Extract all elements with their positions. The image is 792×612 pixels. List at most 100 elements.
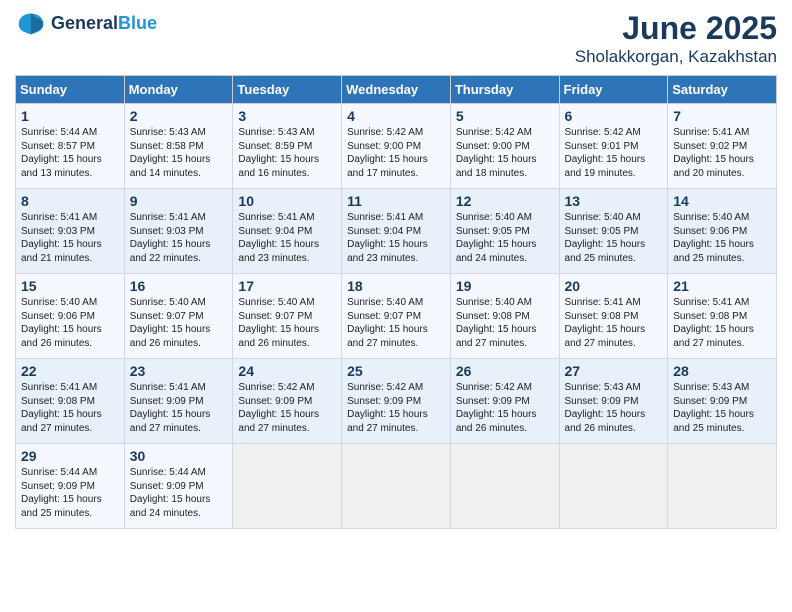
calendar-cell	[233, 444, 342, 529]
calendar-header: Sunday Monday Tuesday Wednesday Thursday…	[16, 76, 777, 104]
calendar-cell: 30 Sunrise: 5:44 AM Sunset: 9:09 PM Dayl…	[124, 444, 233, 529]
calendar-cell: 6 Sunrise: 5:42 AM Sunset: 9:01 PM Dayli…	[559, 104, 668, 189]
day-number: 15	[21, 278, 119, 294]
calendar-body: 1 Sunrise: 5:44 AM Sunset: 8:57 PM Dayli…	[16, 104, 777, 529]
calendar-cell: 18 Sunrise: 5:40 AM Sunset: 9:07 PM Dayl…	[342, 274, 451, 359]
calendar-cell: 2 Sunrise: 5:43 AM Sunset: 8:58 PM Dayli…	[124, 104, 233, 189]
day-number: 9	[130, 193, 228, 209]
calendar-cell: 4 Sunrise: 5:42 AM Sunset: 9:00 PM Dayli…	[342, 104, 451, 189]
day-number: 7	[673, 108, 771, 124]
day-number: 21	[673, 278, 771, 294]
calendar-cell: 10 Sunrise: 5:41 AM Sunset: 9:04 PM Dayl…	[233, 189, 342, 274]
day-info: Sunrise: 5:40 AM Sunset: 9:07 PM Dayligh…	[238, 296, 336, 350]
day-number: 6	[565, 108, 663, 124]
calendar-cell	[342, 444, 451, 529]
calendar-cell: 22 Sunrise: 5:41 AM Sunset: 9:08 PM Dayl…	[16, 359, 125, 444]
day-info: Sunrise: 5:40 AM Sunset: 9:07 PM Dayligh…	[347, 296, 445, 350]
page-header: GeneralBlue June 2025 Sholakkorgan, Kaza…	[15, 10, 777, 67]
day-info: Sunrise: 5:40 AM Sunset: 9:05 PM Dayligh…	[565, 211, 663, 265]
day-number: 4	[347, 108, 445, 124]
calendar-cell: 3 Sunrise: 5:43 AM Sunset: 8:59 PM Dayli…	[233, 104, 342, 189]
col-saturday: Saturday	[668, 76, 777, 104]
calendar-cell: 7 Sunrise: 5:41 AM Sunset: 9:02 PM Dayli…	[668, 104, 777, 189]
day-info: Sunrise: 5:41 AM Sunset: 9:02 PM Dayligh…	[673, 126, 771, 180]
calendar-row: 22 Sunrise: 5:41 AM Sunset: 9:08 PM Dayl…	[16, 359, 777, 444]
day-info: Sunrise: 5:40 AM Sunset: 9:07 PM Dayligh…	[130, 296, 228, 350]
col-tuesday: Tuesday	[233, 76, 342, 104]
day-number: 2	[130, 108, 228, 124]
day-number: 19	[456, 278, 554, 294]
calendar-cell: 29 Sunrise: 5:44 AM Sunset: 9:09 PM Dayl…	[16, 444, 125, 529]
day-number: 28	[673, 363, 771, 379]
day-info: Sunrise: 5:44 AM Sunset: 9:09 PM Dayligh…	[130, 466, 228, 520]
logo-icon	[15, 10, 47, 38]
calendar-cell: 21 Sunrise: 5:41 AM Sunset: 9:08 PM Dayl…	[668, 274, 777, 359]
day-number: 16	[130, 278, 228, 294]
col-monday: Monday	[124, 76, 233, 104]
day-info: Sunrise: 5:40 AM Sunset: 9:05 PM Dayligh…	[456, 211, 554, 265]
calendar-cell: 13 Sunrise: 5:40 AM Sunset: 9:05 PM Dayl…	[559, 189, 668, 274]
day-number: 25	[347, 363, 445, 379]
day-info: Sunrise: 5:43 AM Sunset: 9:09 PM Dayligh…	[673, 381, 771, 435]
calendar-cell: 15 Sunrise: 5:40 AM Sunset: 9:06 PM Dayl…	[16, 274, 125, 359]
calendar-cell: 20 Sunrise: 5:41 AM Sunset: 9:08 PM Dayl…	[559, 274, 668, 359]
day-info: Sunrise: 5:40 AM Sunset: 9:08 PM Dayligh…	[456, 296, 554, 350]
day-number: 13	[565, 193, 663, 209]
day-info: Sunrise: 5:44 AM Sunset: 8:57 PM Dayligh…	[21, 126, 119, 180]
day-info: Sunrise: 5:44 AM Sunset: 9:09 PM Dayligh…	[21, 466, 119, 520]
day-info: Sunrise: 5:41 AM Sunset: 9:08 PM Dayligh…	[565, 296, 663, 350]
calendar-cell	[450, 444, 559, 529]
day-info: Sunrise: 5:42 AM Sunset: 9:00 PM Dayligh…	[347, 126, 445, 180]
calendar-row: 1 Sunrise: 5:44 AM Sunset: 8:57 PM Dayli…	[16, 104, 777, 189]
weekday-row: Sunday Monday Tuesday Wednesday Thursday…	[16, 76, 777, 104]
day-info: Sunrise: 5:41 AM Sunset: 9:03 PM Dayligh…	[21, 211, 119, 265]
day-number: 18	[347, 278, 445, 294]
day-number: 1	[21, 108, 119, 124]
day-info: Sunrise: 5:41 AM Sunset: 9:04 PM Dayligh…	[347, 211, 445, 265]
calendar-cell: 12 Sunrise: 5:40 AM Sunset: 9:05 PM Dayl…	[450, 189, 559, 274]
day-number: 24	[238, 363, 336, 379]
calendar-cell: 8 Sunrise: 5:41 AM Sunset: 9:03 PM Dayli…	[16, 189, 125, 274]
calendar-cell: 17 Sunrise: 5:40 AM Sunset: 9:07 PM Dayl…	[233, 274, 342, 359]
day-number: 23	[130, 363, 228, 379]
day-number: 29	[21, 448, 119, 464]
day-number: 3	[238, 108, 336, 124]
calendar-cell: 16 Sunrise: 5:40 AM Sunset: 9:07 PM Dayl…	[124, 274, 233, 359]
day-info: Sunrise: 5:43 AM Sunset: 8:58 PM Dayligh…	[130, 126, 228, 180]
calendar-cell: 9 Sunrise: 5:41 AM Sunset: 9:03 PM Dayli…	[124, 189, 233, 274]
day-info: Sunrise: 5:41 AM Sunset: 9:03 PM Dayligh…	[130, 211, 228, 265]
day-number: 5	[456, 108, 554, 124]
calendar-cell	[668, 444, 777, 529]
day-info: Sunrise: 5:43 AM Sunset: 8:59 PM Dayligh…	[238, 126, 336, 180]
day-number: 20	[565, 278, 663, 294]
calendar-cell: 27 Sunrise: 5:43 AM Sunset: 9:09 PM Dayl…	[559, 359, 668, 444]
logo-text: GeneralBlue	[51, 14, 157, 34]
col-thursday: Thursday	[450, 76, 559, 104]
day-number: 14	[673, 193, 771, 209]
calendar-cell: 14 Sunrise: 5:40 AM Sunset: 9:06 PM Dayl…	[668, 189, 777, 274]
day-number: 8	[21, 193, 119, 209]
day-info: Sunrise: 5:40 AM Sunset: 9:06 PM Dayligh…	[673, 211, 771, 265]
calendar-cell: 1 Sunrise: 5:44 AM Sunset: 8:57 PM Dayli…	[16, 104, 125, 189]
calendar-cell: 5 Sunrise: 5:42 AM Sunset: 9:00 PM Dayli…	[450, 104, 559, 189]
calendar-cell: 19 Sunrise: 5:40 AM Sunset: 9:08 PM Dayl…	[450, 274, 559, 359]
day-number: 17	[238, 278, 336, 294]
calendar-row: 8 Sunrise: 5:41 AM Sunset: 9:03 PM Dayli…	[16, 189, 777, 274]
day-number: 12	[456, 193, 554, 209]
calendar-cell	[559, 444, 668, 529]
calendar-cell: 11 Sunrise: 5:41 AM Sunset: 9:04 PM Dayl…	[342, 189, 451, 274]
calendar-cell: 28 Sunrise: 5:43 AM Sunset: 9:09 PM Dayl…	[668, 359, 777, 444]
calendar-cell: 24 Sunrise: 5:42 AM Sunset: 9:09 PM Dayl…	[233, 359, 342, 444]
day-number: 27	[565, 363, 663, 379]
calendar-cell: 23 Sunrise: 5:41 AM Sunset: 9:09 PM Dayl…	[124, 359, 233, 444]
day-info: Sunrise: 5:42 AM Sunset: 9:09 PM Dayligh…	[238, 381, 336, 435]
logo: GeneralBlue	[15, 10, 157, 38]
calendar-cell: 25 Sunrise: 5:42 AM Sunset: 9:09 PM Dayl…	[342, 359, 451, 444]
calendar-cell: 26 Sunrise: 5:42 AM Sunset: 9:09 PM Dayl…	[450, 359, 559, 444]
day-info: Sunrise: 5:41 AM Sunset: 9:08 PM Dayligh…	[21, 381, 119, 435]
month-title: June 2025	[575, 10, 777, 47]
col-sunday: Sunday	[16, 76, 125, 104]
calendar-row: 29 Sunrise: 5:44 AM Sunset: 9:09 PM Dayl…	[16, 444, 777, 529]
calendar-row: 15 Sunrise: 5:40 AM Sunset: 9:06 PM Dayl…	[16, 274, 777, 359]
day-number: 30	[130, 448, 228, 464]
